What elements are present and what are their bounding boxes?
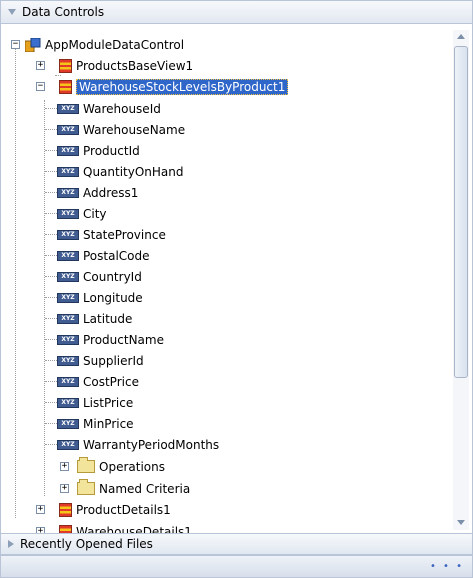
collection-icon	[59, 502, 72, 517]
tree-node-attribute[interactable]: XYZ CostPrice	[45, 371, 139, 392]
expand-icon	[8, 540, 14, 548]
tree-node-label: SupplierId	[83, 353, 144, 368]
tree-node-attribute[interactable]: XYZ MinPrice	[45, 413, 134, 434]
tree-node-attribute[interactable]: XYZ WarehouseName	[45, 119, 185, 140]
expander-plus-icon[interactable]: +	[60, 462, 69, 471]
recently-opened-files-title: Recently Opened Files	[20, 537, 153, 551]
tree-node-label: CostPrice	[83, 374, 139, 389]
tree-node-attribute[interactable]: XYZ QuantityOnHand	[45, 161, 184, 182]
tree-node-attribute[interactable]: XYZ Address1	[45, 182, 138, 203]
attribute-icon: XYZ	[57, 250, 79, 261]
tree-node-label: WarehouseDetails1	[76, 524, 192, 534]
scroll-down-icon[interactable]	[457, 520, 465, 525]
tree-node-collection[interactable]: + WarehouseDetails1	[36, 521, 192, 533]
tree-node-label: QuantityOnHand	[83, 164, 184, 179]
grip-dots-icon: • • •	[429, 561, 464, 572]
scrollbar-thumb[interactable]	[454, 46, 468, 378]
attribute-icon: XYZ	[57, 124, 79, 135]
tree-node-label: PostalCode	[83, 248, 150, 263]
tree-node-attribute[interactable]: XYZ SupplierId	[45, 350, 144, 371]
attribute-icon: XYZ	[57, 418, 79, 429]
expander-plus-icon[interactable]: +	[36, 505, 45, 514]
tree-node-label: WarrantyPeriodMonths	[83, 437, 220, 452]
tree-node-label: CountryId	[83, 269, 142, 284]
attribute-icon: XYZ	[57, 229, 79, 240]
tree-node-collection[interactable]: + ProductsBaseView1	[36, 55, 193, 76]
tree-node-label: ProductsBaseView1	[76, 58, 194, 73]
tree-node-label: ProductDetails1	[76, 502, 171, 517]
folder-icon	[77, 457, 95, 473]
tree-node-attribute[interactable]: XYZ StateProvince	[45, 224, 166, 245]
tree-node-attribute[interactable]: XYZ PostalCode	[45, 245, 150, 266]
tree-node-attribute[interactable]: XYZ ListPrice	[45, 392, 133, 413]
recently-opened-files-header[interactable]: Recently Opened Files	[0, 533, 473, 555]
panel-grip[interactable]: • • •	[0, 555, 473, 578]
tree-node-attribute[interactable]: XYZ City	[45, 203, 107, 224]
attribute-icon: XYZ	[57, 313, 79, 324]
collection-icon	[59, 58, 72, 73]
tree-node-label: Latitude	[83, 311, 133, 326]
attribute-icon: XYZ	[57, 166, 79, 177]
tree-node-collection[interactable]: + ProductDetails1	[36, 499, 171, 520]
data-controls-title: Data Controls	[22, 5, 105, 19]
tree-node-label: Operations	[99, 459, 165, 474]
tree-node-label: AppModuleDataControl	[45, 37, 185, 52]
collapse-icon	[8, 9, 16, 15]
tree-node-collection-selected[interactable]: − WarehouseStockLevelsByProduct1	[36, 76, 289, 97]
tree-node-label: WarehouseId	[83, 101, 161, 116]
scroll-up-icon[interactable]	[457, 34, 465, 39]
tree-node-label: ProductName	[83, 332, 164, 347]
attribute-icon: XYZ	[57, 271, 79, 282]
tree-node-attribute[interactable]: XYZ CountryId	[45, 266, 142, 287]
tree-node-named-criteria[interactable]: + Named Criteria	[60, 478, 190, 499]
attribute-icon: XYZ	[57, 145, 79, 156]
tree-node-attribute[interactable]: XYZ ProductName	[45, 329, 164, 350]
tree-node-label: Address1	[83, 185, 139, 200]
tree-node-operations[interactable]: + Operations	[60, 456, 165, 477]
attribute-icon: XYZ	[57, 187, 79, 198]
tree-node-label: ListPrice	[83, 395, 134, 410]
tree-node-label: StateProvince	[83, 227, 166, 242]
tree-node-label: City	[83, 206, 107, 221]
tree-node-label: ProductId	[83, 143, 140, 158]
tree-node-label: Longitude	[83, 290, 143, 305]
tree-node-attribute[interactable]: XYZ WarrantyPeriodMonths	[45, 434, 219, 455]
tree-node-root[interactable]: − AppModuleDataControl	[11, 34, 184, 55]
tree-node-label: WarehouseStockLevelsByProduct1	[76, 78, 289, 95]
attribute-icon: XYZ	[57, 439, 79, 450]
attribute-icon: XYZ	[57, 208, 79, 219]
attribute-icon: XYZ	[57, 355, 79, 366]
data-control-icon	[24, 37, 41, 52]
attribute-icon: XYZ	[57, 103, 79, 114]
collection-icon	[59, 524, 72, 533]
tree-node-attribute[interactable]: XYZ Longitude	[45, 287, 143, 308]
expander-plus-icon[interactable]: +	[36, 61, 45, 70]
tree-node-label: Named Criteria	[99, 481, 191, 496]
attribute-icon: XYZ	[57, 376, 79, 387]
tree-node-label: MinPrice	[83, 416, 134, 431]
attribute-icon: XYZ	[57, 334, 79, 345]
attribute-icon: XYZ	[57, 397, 79, 408]
expander-minus-icon[interactable]: −	[11, 40, 20, 49]
data-controls-tree[interactable]: − AppModuleDataControl + ProductsBaseVie…	[0, 24, 473, 533]
expander-minus-icon[interactable]: −	[36, 82, 45, 91]
vertical-scrollbar[interactable]	[453, 30, 469, 530]
tree-node-label: WarehouseName	[83, 122, 186, 137]
tree-node-attribute[interactable]: XYZ WarehouseId	[45, 98, 161, 119]
tree-line	[15, 45, 16, 518]
tree-node-attribute[interactable]: XYZ Latitude	[45, 308, 132, 329]
expander-plus-icon[interactable]: +	[60, 484, 69, 493]
tree-node-attribute[interactable]: XYZ ProductId	[45, 140, 140, 161]
attribute-icon: XYZ	[57, 292, 79, 303]
collection-icon	[59, 79, 72, 94]
folder-icon	[77, 479, 95, 495]
data-controls-header[interactable]: Data Controls	[0, 0, 473, 24]
